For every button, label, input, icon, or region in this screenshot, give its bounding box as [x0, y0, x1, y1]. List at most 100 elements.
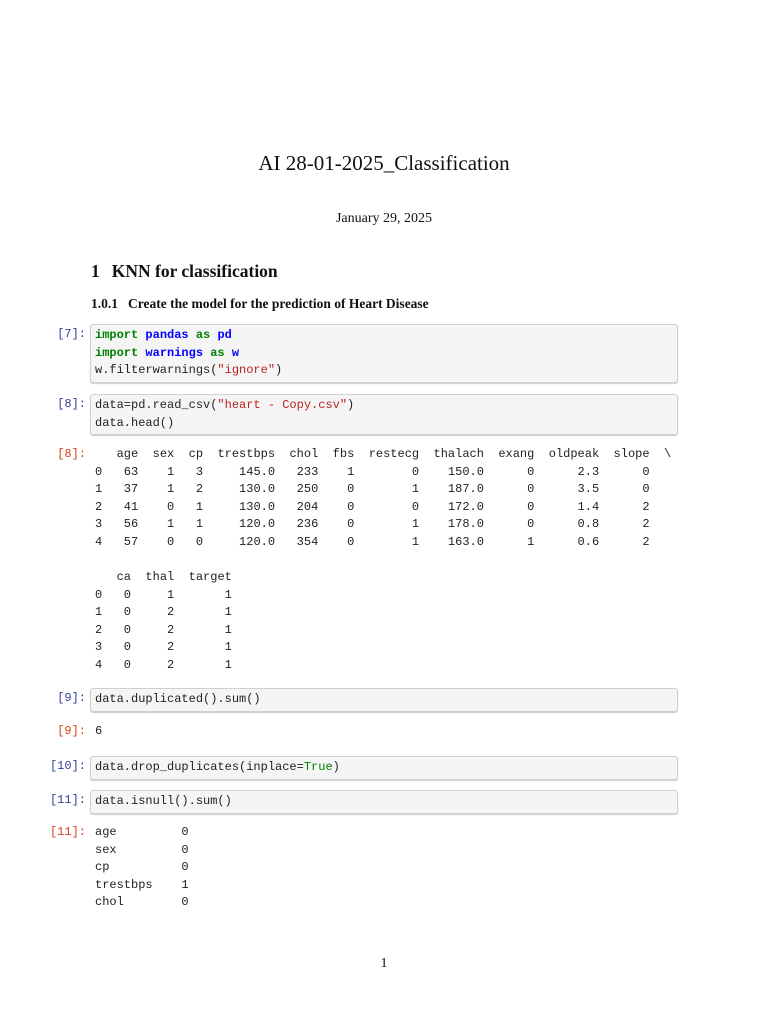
table-cell: 3: [174, 464, 204, 479]
table-cell: 130.0: [203, 482, 276, 496]
code-text: ): [275, 363, 283, 377]
table-cell: 236: [275, 517, 319, 531]
builtin-constant: True: [303, 760, 333, 774]
table-cell: 3.5: [534, 482, 600, 496]
input-prompt: [11]:: [49, 793, 86, 807]
table-cell: 63: [102, 464, 139, 479]
table-cell: 0: [483, 482, 535, 496]
keyword: import: [95, 345, 139, 360]
table-cell: 1: [138, 517, 175, 531]
table-cell: 120.0: [203, 517, 276, 531]
column-header: oldpeak: [534, 447, 600, 461]
table-cell: 1: [131, 587, 175, 602]
code-cell[interactable]: data.duplicated().sum(): [90, 688, 678, 712]
table-cell: 2: [131, 622, 175, 637]
series-label: sex: [95, 842, 182, 857]
keyword: as: [195, 328, 211, 342]
table-cell: 2: [599, 499, 650, 514]
string-literal: "ignore": [217, 363, 276, 377]
series-label: trestbps: [95, 877, 182, 892]
output-prompt: [11]:: [49, 825, 86, 839]
series-value: 0: [181, 825, 189, 839]
table-cell: 2: [599, 534, 650, 549]
code-text: w.filterwarnings(: [95, 363, 218, 377]
document-date: January 29, 2025: [335, 211, 433, 226]
table-cell: 120.0: [203, 534, 276, 549]
table-cell: 1: [354, 517, 420, 531]
table-cell: 0: [599, 482, 650, 496]
column-header: ca: [102, 570, 132, 584]
table-cell: 1: [318, 464, 355, 479]
table-cell: 172.0: [419, 499, 484, 514]
table-cell: 1: [174, 657, 232, 672]
table-cell: 0: [102, 605, 132, 619]
table-cell: 0: [318, 482, 355, 496]
table-cell: 150.0: [419, 464, 484, 479]
column-header: chol: [275, 447, 319, 461]
column-header: age: [102, 447, 139, 461]
duplicates-count-output: 6: [95, 724, 103, 738]
table-cell: 2: [174, 482, 204, 496]
series-value: 0: [181, 895, 189, 909]
code-cell[interactable]: data=pd.read_csv("heart - Copy.csv") dat…: [90, 394, 678, 435]
table-cell: 56: [102, 517, 139, 531]
output-prompt: [9]:: [57, 724, 86, 738]
table-cell: 0: [318, 499, 355, 514]
table-cell: 0: [599, 464, 650, 479]
section-number: 1: [91, 261, 100, 281]
column-header: thal: [131, 570, 175, 584]
column-header: target: [174, 570, 232, 584]
table-cell: 57: [102, 534, 139, 549]
table-cell: 1: [174, 517, 204, 531]
series-value: 1: [181, 877, 189, 892]
code-cell[interactable]: import pandas as pd import warnings as w…: [90, 324, 678, 383]
table-cell: 0: [354, 499, 420, 514]
table-cell: 187.0: [419, 482, 484, 496]
section-title: KNN for classification: [111, 261, 278, 281]
table-cell: 0: [483, 464, 535, 479]
series-label: cp: [95, 860, 182, 874]
table-cell: 1: [354, 482, 420, 496]
table-cell: 0: [102, 640, 132, 654]
keyword: as: [210, 345, 225, 360]
table-cell: 0: [318, 517, 355, 531]
table-cell: 2: [131, 657, 175, 672]
code-cell[interactable]: data.drop_duplicates(inplace=True): [90, 756, 678, 780]
column-header: thalach: [419, 447, 484, 461]
table-cell: 1: [138, 482, 175, 496]
table-cell: 250: [275, 482, 319, 496]
subsection-heading: 1.0.1 Create the model for the prediction…: [91, 296, 429, 312]
table-cell: 1: [174, 622, 232, 637]
table-cell: 0: [102, 657, 132, 672]
table-cell: 0: [483, 499, 535, 514]
table-cell: 204: [275, 499, 319, 514]
table-cell: 2: [131, 640, 175, 654]
table-cell: 0: [102, 587, 132, 602]
module-name: warnings: [145, 345, 204, 360]
column-header: trestbps: [203, 447, 276, 461]
code-text: ): [332, 760, 340, 774]
dataframe-output-part2: ca thal target 0 0 1 1 1 0 2 1 2 0 2 1 3…: [95, 569, 232, 674]
page-number: 1: [380, 956, 388, 971]
table-cell: 2: [131, 605, 175, 619]
column-header: cp: [174, 447, 204, 461]
table-cell: 0: [102, 622, 132, 637]
column-header: slope: [599, 447, 650, 461]
table-cell: 0.8: [534, 517, 600, 531]
code-text: data.isnull().sum(): [95, 794, 232, 808]
table-cell: 41: [102, 499, 139, 514]
column-header: sex: [138, 447, 175, 461]
continuation-marker: \: [649, 447, 672, 461]
code-cell[interactable]: data.isnull().sum(): [90, 790, 678, 814]
table-cell: 0: [318, 534, 355, 549]
input-prompt: [7]:: [57, 327, 86, 341]
table-cell: 2: [599, 517, 650, 531]
series-label: age: [95, 825, 182, 839]
keyword: import: [95, 328, 139, 342]
table-cell: 1: [354, 534, 420, 549]
code-text: data.drop_duplicates(inplace=: [95, 760, 304, 774]
table-cell: 0: [354, 464, 420, 479]
subsection-number: 1.0.1: [91, 296, 118, 311]
